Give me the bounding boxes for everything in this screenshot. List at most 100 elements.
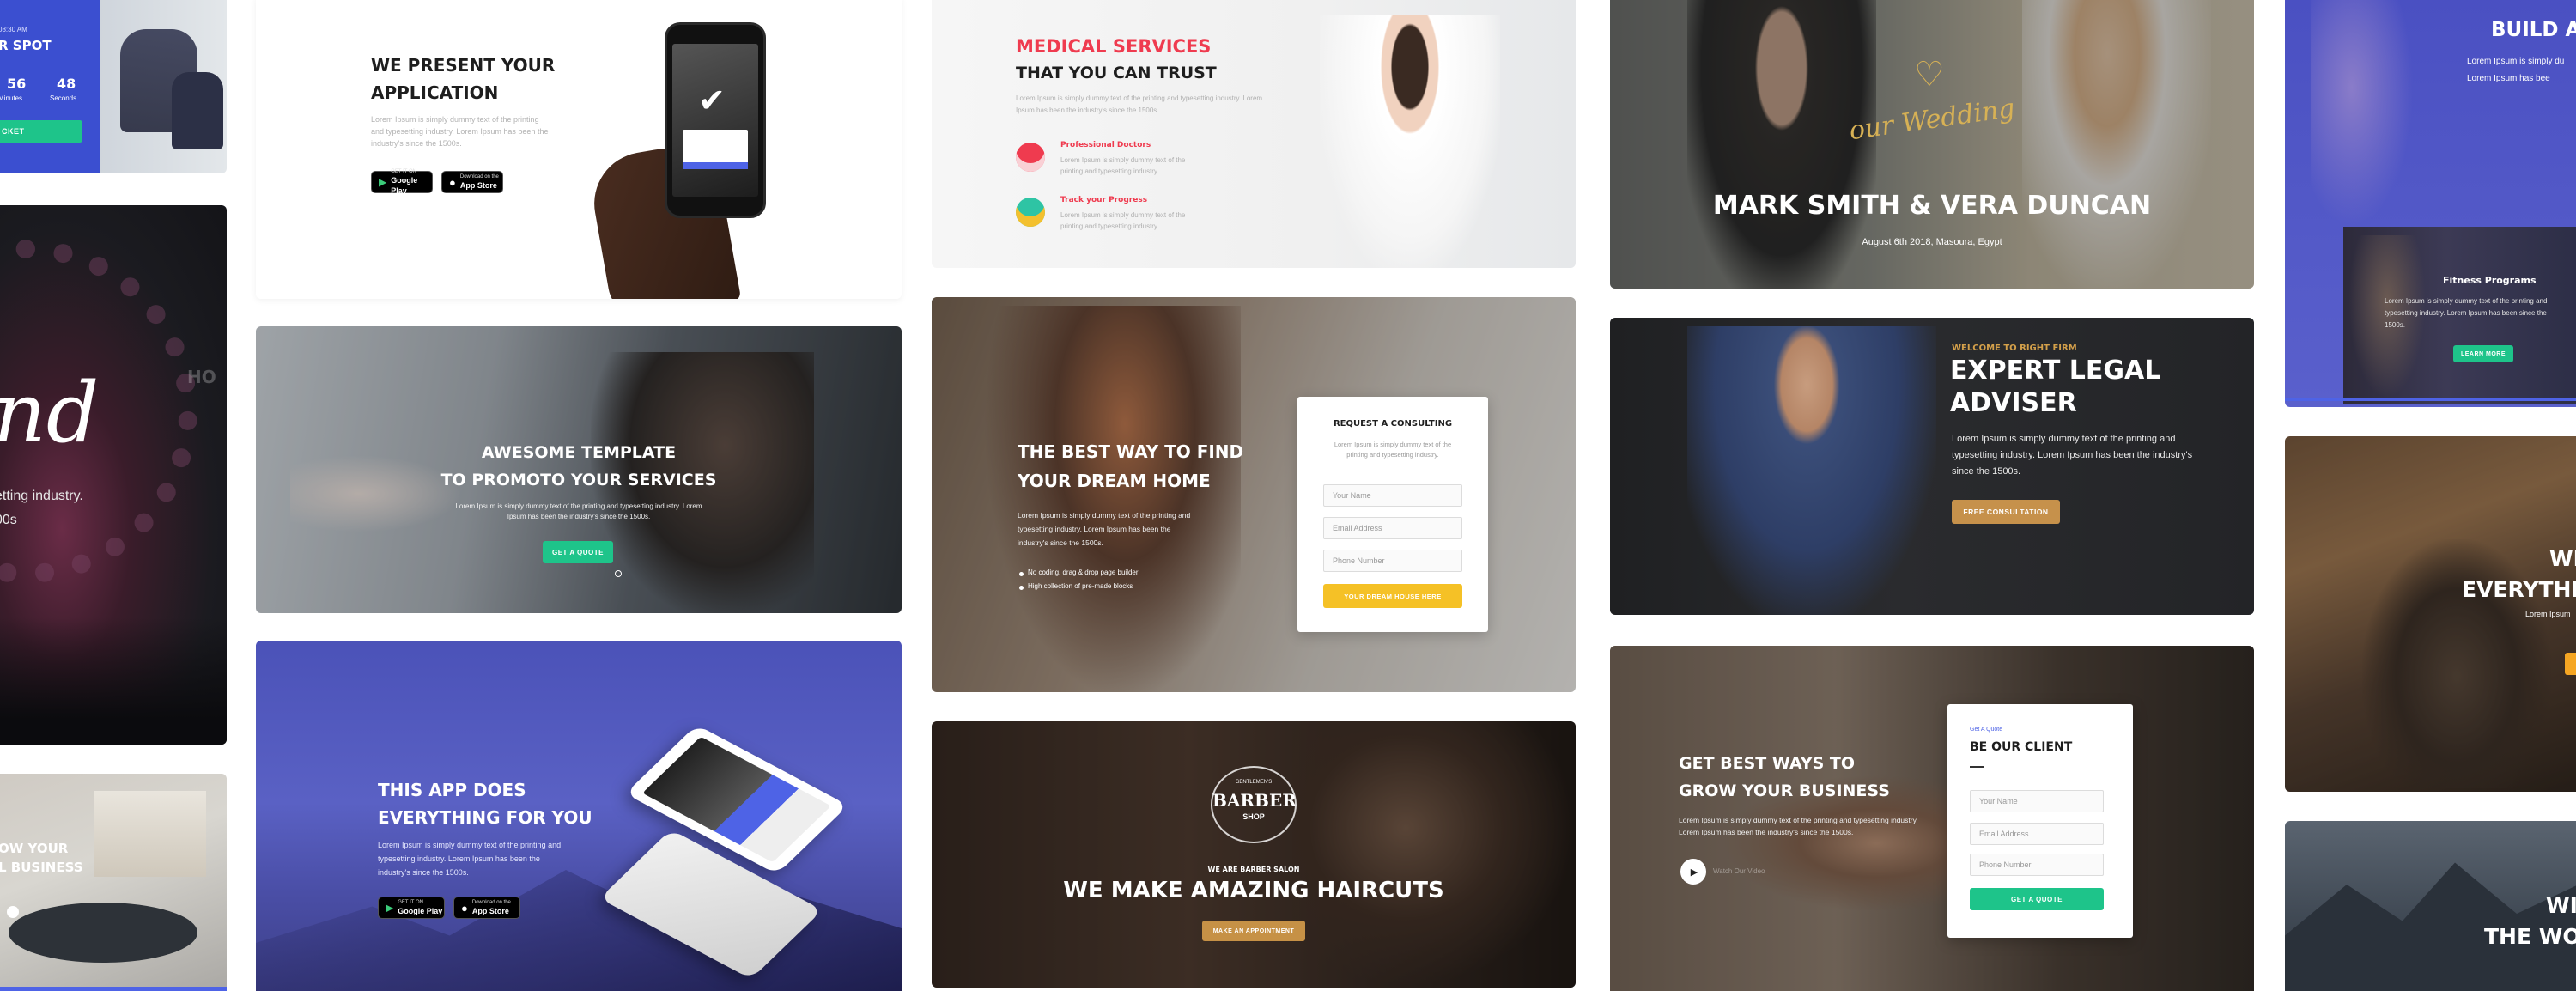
countdown-minutes: 56 [7, 76, 27, 92]
quote-form: Get A Quote BE OUR CLIENT Your Name Emai… [1947, 704, 2133, 938]
construction-button[interactable] [2565, 653, 2576, 675]
check-icon: ✔ [698, 82, 726, 119]
google-play-button[interactable]: ▶ GET IT ON Google Play [371, 168, 433, 195]
realestate-bullet2: High collection of pre-made blocks [1028, 582, 1133, 590]
template-quote-button[interactable]: GET A QUOTE [543, 541, 613, 563]
app-card[interactable]: WE PRESENT YOUR APPLICATION Lorem Ipsum … [256, 0, 902, 299]
office-card[interactable]: OW YOUR L BUSINESS [0, 774, 227, 991]
medical-feature1-body: Lorem Ipsum is simply dummy text of the … [1060, 156, 1186, 175]
legal-consultation-button[interactable]: FREE CONSULTATION [1952, 500, 2060, 524]
business-card[interactable]: GET BEST WAYS TO GROW YOUR BUSINESS Lore… [1610, 646, 2254, 991]
athlete-graphic [2311, 0, 2414, 227]
countdown-card[interactable]: 08:30 AM R SPOT 56 Minutes 48 Seconds CK… [0, 0, 227, 173]
construction-card[interactable]: WE EVERYTHI Lorem Ipsum [2285, 436, 2576, 792]
phone-button [683, 162, 748, 169]
build-card[interactable]: BUILD A Lorem Ipsum is simply du Lorem I… [2285, 0, 2576, 407]
bullet-dot-2 [1019, 586, 1024, 590]
quote-form-title: BE OUR CLIENT [1970, 740, 2073, 754]
countdown-seconds: 48 [57, 76, 76, 92]
office-heading2: L BUSINESS [0, 860, 83, 875]
legal-card[interactable]: WELCOME TO RIGHT FIRM EXPERT LEGAL ADVIS… [1610, 318, 2254, 615]
google-play-small: GET IT ON [391, 168, 417, 174]
construction-line: Lorem Ipsum [2525, 610, 2571, 618]
countdown-seconds-label: Seconds [50, 94, 77, 102]
legal-kicker: WELCOME TO RIGHT FIRM [1952, 344, 2077, 353]
office-heading1: OW YOUR [0, 841, 69, 856]
play-icon: ▶ [1690, 866, 1698, 878]
app2-apple-label: App Store [471, 906, 509, 915]
concert-script: nd [0, 365, 100, 461]
legal-body: Lorem Ipsum is simply dummy text of the … [1952, 434, 2193, 477]
consulting-email-field[interactable]: Email Address [1323, 517, 1462, 539]
google-play-icon-2: ▶ [386, 902, 394, 914]
construction-heading2: EVERYTHI [2462, 577, 2576, 602]
barber-logo-top: GENTLEMEN'S [1235, 780, 1273, 785]
barber-appointment-button[interactable]: MAKE AN APPOINTMENT [1202, 921, 1305, 941]
consulting-form: REQUEST A CONSULTING Lorem Ipsum is simp… [1297, 397, 1488, 632]
crowd-graphic [0, 617, 227, 745]
phone-graphic: ✔ [665, 22, 766, 218]
barber-heading: WE MAKE AMAZING HAIRCUTS [1063, 878, 1444, 903]
mountain-card[interactable]: WIT THE WO [2285, 821, 2576, 991]
template-heading2: TO PROMOTO YOUR SERVICES [440, 471, 717, 489]
business-body: Lorem Ipsum is simply dummy text of the … [1679, 816, 1918, 836]
template-card[interactable]: AWESOME TEMPLATE TO PROMOTO YOUR SERVICE… [256, 326, 902, 613]
office-play-dot[interactable] [7, 906, 19, 918]
app2-app-store-button[interactable]: ● Download on the App Store [453, 897, 520, 919]
template-body: Lorem Ipsum is simply dummy text of the … [455, 502, 702, 520]
apple-icon: ● [449, 175, 456, 189]
app-store-button[interactable]: ● Download on the App Store [441, 171, 503, 193]
fitness-body: Lorem Ipsum is simply dummy text of the … [2385, 297, 2548, 329]
countdown-title: R SPOT [0, 38, 52, 53]
build-line1: Lorem Ipsum is simply du [2467, 57, 2565, 66]
barber-card[interactable]: GENTLEMEN'S BARBER SHOP WE ARE BARBER SA… [932, 721, 1576, 988]
app2-google-small: GET IT ON [398, 899, 424, 905]
fitness-inner-card: Fitness Programs Lorem Ipsum is simply d… [2343, 227, 2576, 404]
play-button[interactable]: ▶ [1680, 859, 1706, 885]
consulting-name-field[interactable]: Your Name [1323, 484, 1462, 507]
consulting-submit-button[interactable]: YOUR DREAM HOUSE HERE [1323, 584, 1462, 608]
app-store-label: App Store [459, 180, 497, 190]
medical-card[interactable]: MEDICAL SERVICES THAT YOU CAN TRUST Lore… [932, 0, 1576, 268]
wedding-card[interactable]: ♡ our Wedding MARK SMITH & VERA DUNCAN A… [1610, 0, 2254, 289]
countdown-ticket-button[interactable]: CKET [0, 120, 82, 143]
concert-card[interactable]: nd etting industry. 00s HO [0, 205, 227, 745]
countdown-minutes-label: Minutes [0, 94, 23, 102]
barber-kicker: WE ARE BARBER SALON [1207, 866, 1300, 873]
legal-heading1: EXPERT LEGAL [1950, 356, 2161, 386]
quote-form-kicker: Get A Quote [1970, 727, 2003, 733]
template-slider-dot[interactable] [615, 570, 622, 577]
app-heading1: WE PRESENT YOUR [371, 55, 556, 76]
progress-icon [1016, 198, 1045, 227]
quote-email-field[interactable]: Email Address [1970, 823, 2104, 845]
barber-logo-main: BARBER [1212, 790, 1297, 811]
medical-body: Lorem Ipsum is simply dummy text of the … [1016, 94, 1263, 114]
chair-graphic-2 [172, 72, 223, 149]
google-play-icon: ▶ [379, 176, 387, 188]
app2-card[interactable]: THIS APP DOES EVERYTHING FOR YOU Lorem I… [256, 641, 902, 991]
app-heading2: APPLICATION [371, 82, 499, 103]
legal-heading2: ADVISER [1950, 388, 2077, 418]
app-store-small: Download on the [459, 173, 499, 179]
realestate-heading2: YOUR DREAM HOME [1018, 471, 1211, 491]
business-heading2: GROW YOUR BUSINESS [1679, 781, 1890, 800]
heart-icon: ♡ [1914, 55, 1945, 94]
mountain-peaks-graphic [2285, 862, 2576, 991]
app2-google-label: Google Play [398, 906, 443, 915]
build-accent-bar [2285, 398, 2576, 401]
quote-phone-field[interactable]: Phone Number [1970, 854, 2104, 876]
realestate-heading1: THE BEST WAY TO FIND [1018, 441, 1244, 462]
barber-logo-bottom: SHOP [1242, 812, 1265, 821]
consulting-form-title: REQUEST A CONSULTING [1333, 419, 1453, 429]
consulting-phone-field[interactable]: Phone Number [1323, 550, 1462, 572]
realestate-card[interactable]: THE BEST WAY TO FIND YOUR DREAM HOME Lor… [932, 297, 1576, 692]
fitness-learn-button[interactable]: LEARN MORE [2453, 345, 2513, 362]
app2-google-play-button[interactable]: ▶ GET IT ON Google Play [378, 897, 445, 919]
medical-heading1: MEDICAL SERVICES [1016, 36, 1212, 57]
wedding-date: August 6th 2018, Masoura, Egypt [1862, 237, 2002, 247]
app2-heading1: THIS APP DOES [378, 780, 526, 800]
barber-logo: GENTLEMEN'S BARBER SHOP [1211, 766, 1297, 843]
template-overlay [256, 326, 902, 613]
quote-name-field[interactable]: Your Name [1970, 790, 2104, 812]
quote-submit-button[interactable]: GET A QUOTE [1970, 888, 2104, 910]
